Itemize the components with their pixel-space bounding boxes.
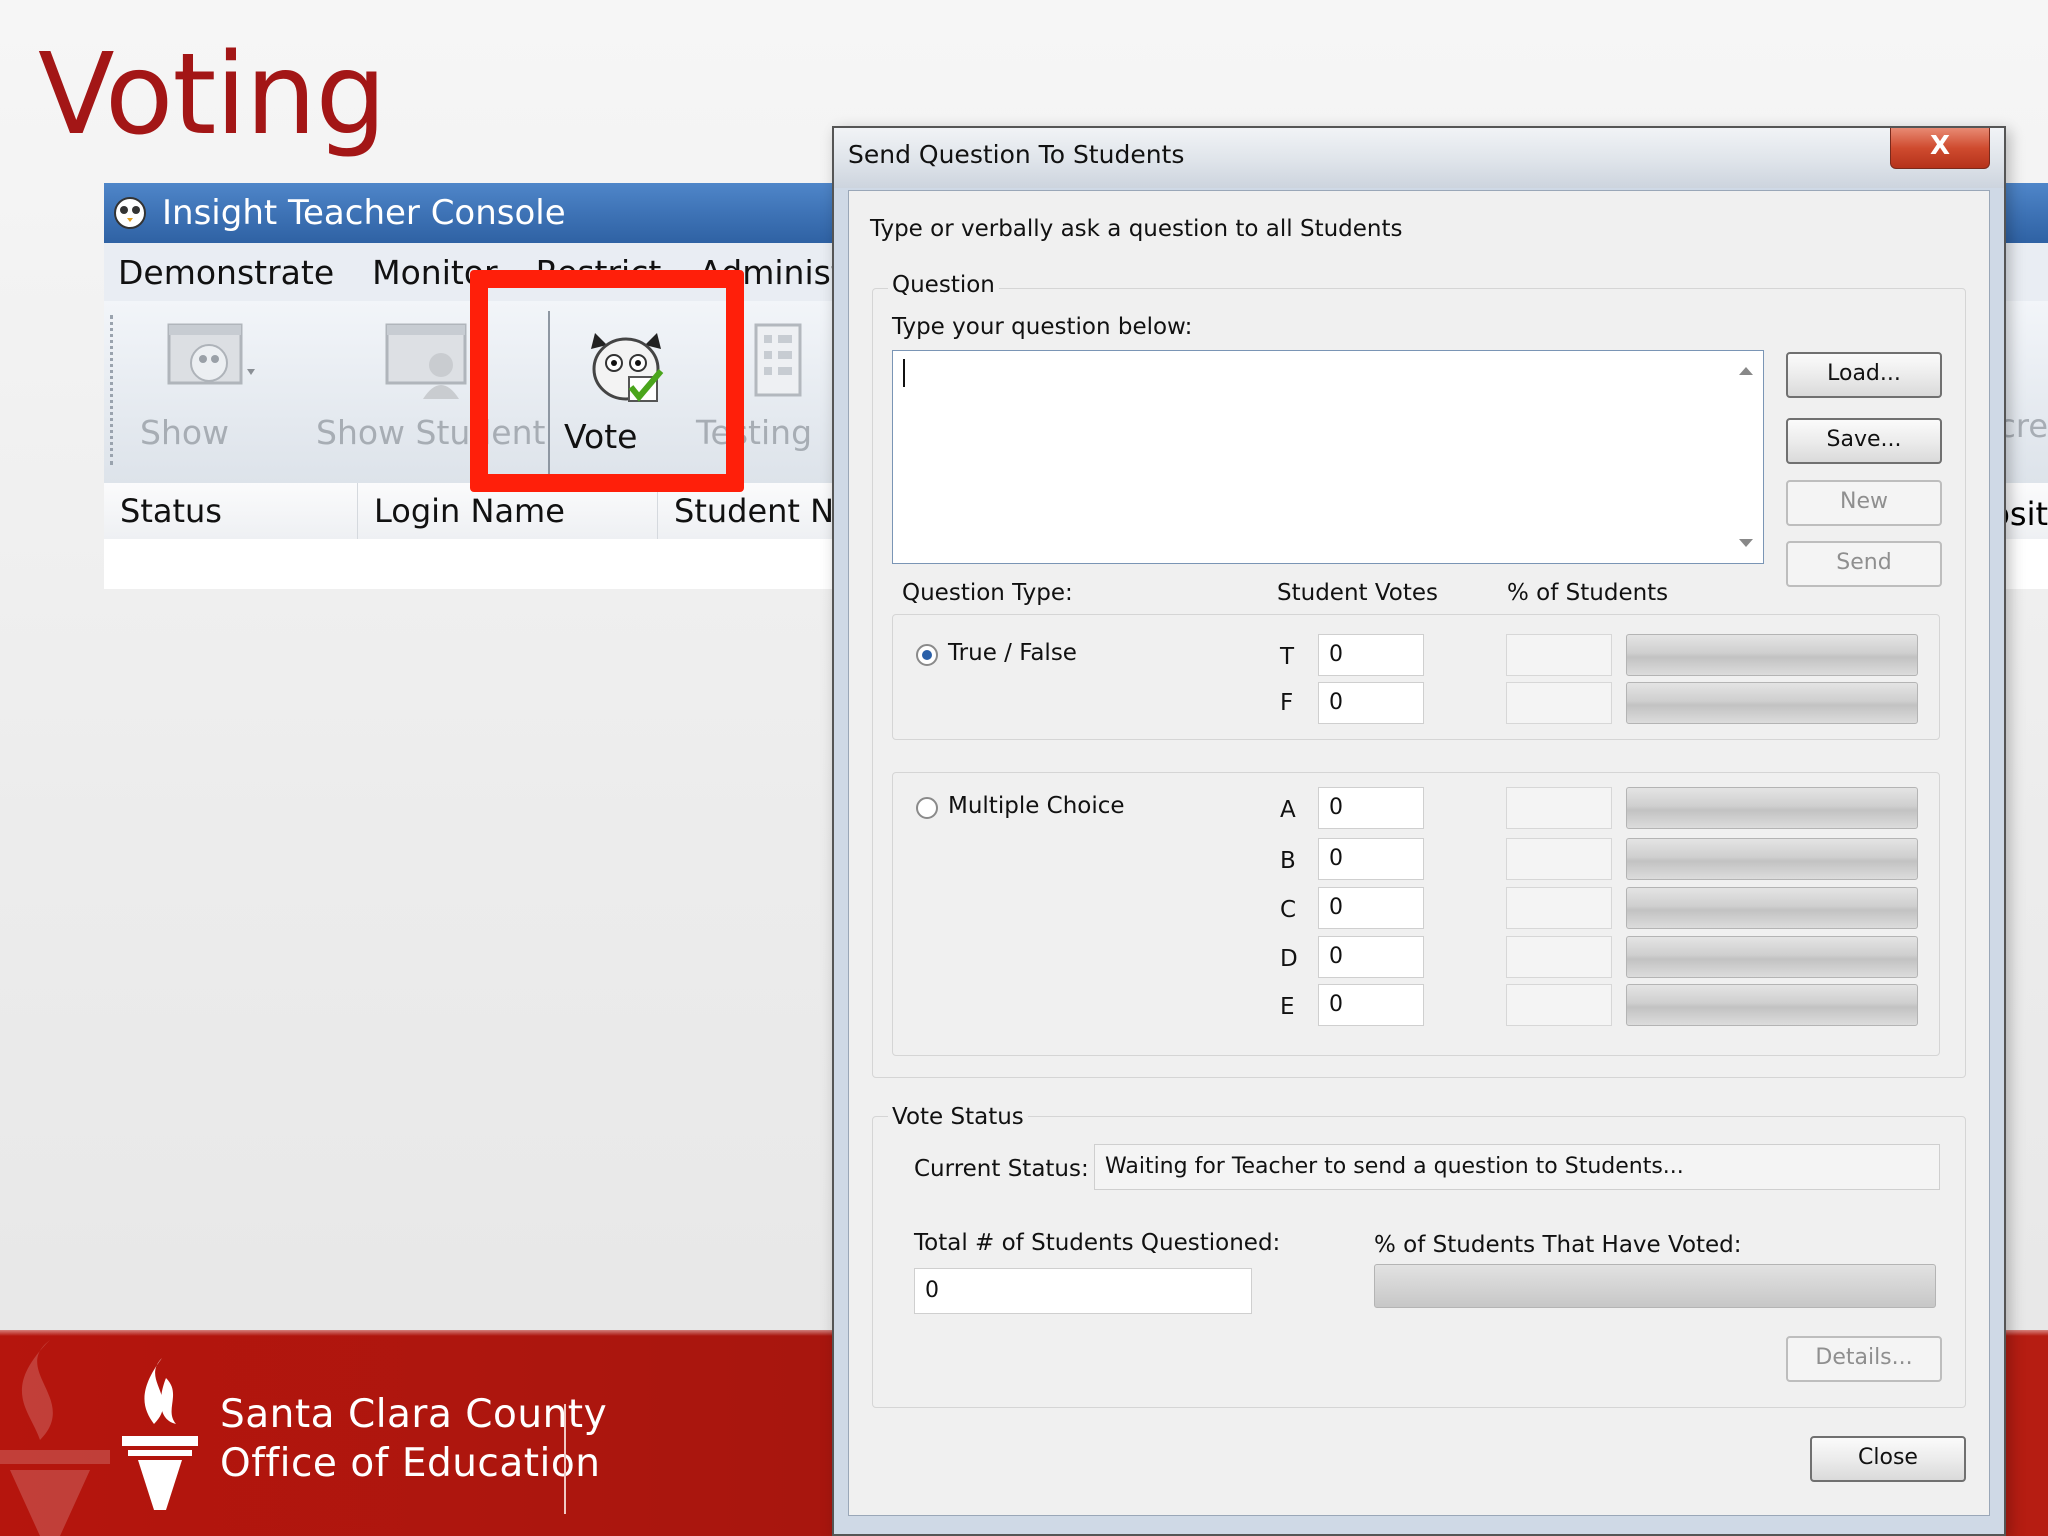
scroll-down-icon[interactable] xyxy=(1739,539,1753,547)
percent-f-field xyxy=(1506,682,1612,724)
question-group-label: Question xyxy=(888,272,999,298)
vote-bar-t xyxy=(1626,634,1918,676)
answer-key-d: D xyxy=(1280,946,1298,972)
votes-b-field: 0 xyxy=(1318,838,1424,880)
dialog-instruction: Type or verbally ask a question to all S… xyxy=(870,216,1403,242)
dialog-close-button[interactable]: X xyxy=(1890,128,1990,169)
total-questioned-field: 0 xyxy=(914,1268,1252,1314)
answer-key-a: A xyxy=(1280,797,1296,823)
total-questioned-label: Total # of Students Questioned: xyxy=(914,1230,1281,1256)
menu-demonstrate[interactable]: Demonstrate xyxy=(118,253,334,292)
column-status[interactable]: Status xyxy=(104,483,358,539)
question-prompt: Type your question below: xyxy=(892,314,1193,340)
torch-logo-icon xyxy=(122,1358,198,1510)
question-type-header: Question Type: xyxy=(902,580,1073,606)
votes-e-field: 0 xyxy=(1318,984,1424,1026)
student-screen-icon xyxy=(385,323,467,399)
vote-bar-a xyxy=(1626,787,1918,829)
percent-e-field xyxy=(1506,984,1612,1026)
votes-f-field: 0 xyxy=(1318,682,1424,724)
percent-a-field xyxy=(1506,787,1612,829)
percent-c-field xyxy=(1506,887,1612,929)
text-caret xyxy=(903,359,905,387)
current-status-field: Waiting for Teacher to send a question t… xyxy=(1094,1144,1940,1190)
answer-key-e: E xyxy=(1280,994,1295,1020)
new-button[interactable]: New xyxy=(1786,480,1942,526)
percent-voted-label: % of Students That Have Voted: xyxy=(1374,1232,1742,1258)
torch-watermark-icon xyxy=(0,1340,110,1536)
send-button[interactable]: Send xyxy=(1786,541,1942,587)
toolbar-show-button[interactable]: Show xyxy=(140,319,280,452)
percent-b-field xyxy=(1506,838,1612,880)
close-button[interactable]: Close xyxy=(1810,1436,1966,1482)
organization-line-1: Santa Clara County xyxy=(220,1392,608,1437)
vote-bar-d xyxy=(1626,936,1918,978)
dialog-titlebar[interactable]: Send Question To Students X xyxy=(834,128,2004,188)
organization-name: Santa Clara County Office of Education xyxy=(220,1390,607,1488)
slide-title: Voting xyxy=(38,30,387,160)
multiple-choice-radio[interactable] xyxy=(916,797,938,819)
votes-c-field: 0 xyxy=(1318,887,1424,929)
current-status-label: Current Status: xyxy=(914,1156,1089,1182)
vote-highlight-box xyxy=(470,270,744,492)
votes-d-field: 0 xyxy=(1318,936,1424,978)
answer-key-f: F xyxy=(1280,690,1294,716)
vote-bar-e xyxy=(1626,984,1918,1026)
percent-students-header: % of Students xyxy=(1507,580,1669,606)
percent-voted-progress xyxy=(1374,1264,1936,1308)
question-textarea[interactable] xyxy=(892,350,1764,564)
load-button[interactable]: Load... xyxy=(1786,352,1942,398)
answer-key-c: C xyxy=(1280,897,1297,923)
owl-screen-icon xyxy=(167,323,255,385)
true-false-radio[interactable] xyxy=(916,644,938,666)
organization-line-2: Office of Education xyxy=(220,1441,601,1486)
answer-key-t: T xyxy=(1280,644,1295,670)
scroll-up-icon[interactable] xyxy=(1739,367,1753,375)
true-false-label[interactable]: True / False xyxy=(948,640,1077,666)
dialog-title: Send Question To Students xyxy=(848,140,1185,169)
save-button[interactable]: Save... xyxy=(1786,418,1942,464)
percent-d-field xyxy=(1506,936,1612,978)
toolbar-show-label: Show xyxy=(140,413,230,452)
votes-t-field: 0 xyxy=(1318,634,1424,676)
multiple-choice-label[interactable]: Multiple Choice xyxy=(948,793,1125,819)
console-title: Insight Teacher Console xyxy=(162,193,566,233)
owl-app-icon xyxy=(114,197,146,229)
answer-key-b: B xyxy=(1280,848,1296,874)
details-button[interactable]: Details... xyxy=(1786,1336,1942,1382)
vote-bar-b xyxy=(1626,838,1918,880)
percent-t-field xyxy=(1506,634,1612,676)
footer-divider xyxy=(564,1404,566,1514)
student-votes-header: Student Votes xyxy=(1277,580,1439,606)
toolbar-grip[interactable] xyxy=(110,315,117,465)
vote-bar-c xyxy=(1626,887,1918,929)
vote-status-label: Vote Status xyxy=(888,1104,1028,1130)
votes-a-field: 0 xyxy=(1318,787,1424,829)
vote-bar-f xyxy=(1626,682,1918,724)
